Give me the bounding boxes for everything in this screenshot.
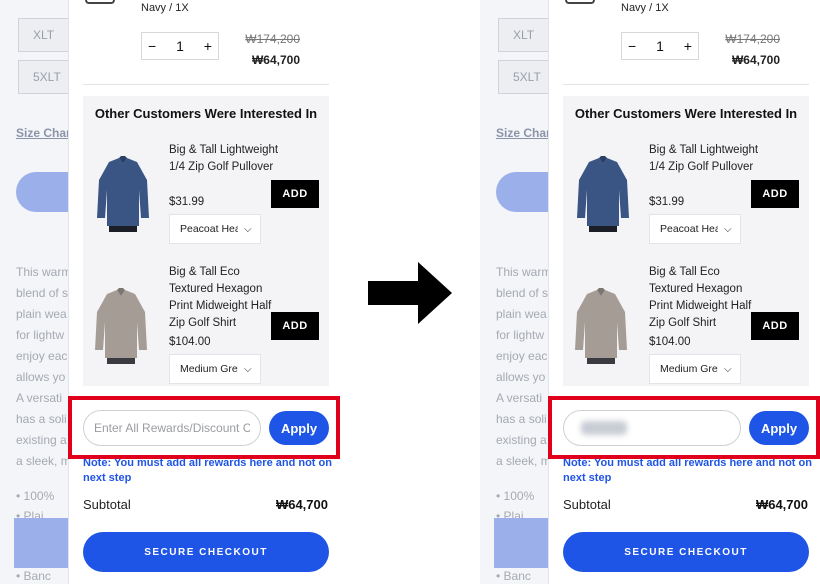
chevron-down-icon: ⌵: [724, 363, 732, 375]
after-panel: XLT 5XLT Size Chart This warm blend of s…: [480, 0, 820, 584]
chevron-down-icon: ⌵: [724, 223, 732, 235]
color-select[interactable]: Medium Grey ⌵: [169, 354, 261, 384]
subtotal-value: ₩64,700: [755, 497, 808, 512]
rec-product-name[interactable]: Big & Tall Lightweight 1/4 Zip Golf Pull…: [649, 142, 759, 176]
add-button[interactable]: ADD: [271, 180, 319, 208]
size-option-5xlt[interactable]: 5XLT: [498, 60, 554, 94]
subtotal-label: Subtotal: [563, 497, 611, 512]
decrease-quantity-button[interactable]: −: [628, 38, 636, 54]
sale-price: ₩64,700: [251, 53, 300, 67]
rec-product-name[interactable]: Big & Tall Eco Textured Hexagon Print Mi…: [169, 264, 279, 332]
size-option-5xlt[interactable]: 5XLT: [18, 60, 74, 94]
add-button[interactable]: ADD: [751, 312, 799, 340]
cart-item-variant: Navy / 1X: [621, 2, 669, 14]
quantity-stepper[interactable]: − 1 +: [141, 32, 219, 60]
size-option-xlt[interactable]: XLT: [498, 18, 554, 52]
rec-product-price: $31.99: [649, 196, 685, 208]
original-price: ₩174,200: [245, 32, 300, 46]
product-description: This warm blend of s plain wea for light…: [16, 265, 72, 468]
product-image-navy-pullover[interactable]: [95, 154, 151, 234]
product-image-navy-pullover[interactable]: [575, 154, 631, 234]
secure-checkout-button[interactable]: SECURE CHECKOUT: [563, 532, 809, 572]
secure-checkout-button[interactable]: SECURE CHECKOUT: [83, 532, 329, 572]
size-option-xlt[interactable]: XLT: [18, 18, 74, 52]
rec-product-price: $104.00: [169, 336, 211, 348]
recommendations-title: Other Customers Were Interested In: [574, 106, 798, 121]
color-select[interactable]: Peacoat Hea ⌵: [649, 214, 741, 244]
cart-drawer: Navy / 1X − 1 + ₩174,200 ₩64,700 Other C…: [548, 0, 820, 584]
rec-product-price: $104.00: [649, 336, 691, 348]
cart-item-thumbnail: [85, 0, 115, 4]
divider: [83, 84, 329, 85]
rewards-note: Note: You must add all rewards here and …: [83, 457, 332, 484]
quantity-value: 1: [656, 38, 664, 54]
rewards-note: Note: You must add all rewards here and …: [563, 457, 812, 484]
original-price: ₩174,200: [725, 32, 780, 46]
size-chart-link[interactable]: Size Chart: [496, 126, 555, 140]
increase-quantity-button[interactable]: +: [204, 38, 212, 54]
product-image-grey-shirt[interactable]: [93, 286, 149, 366]
increase-quantity-button[interactable]: +: [684, 38, 692, 54]
quantity-value: 1: [176, 38, 184, 54]
cart-drawer: Navy / 1X − 1 + ₩174,200 ₩64,700 Other C…: [68, 0, 340, 584]
chevron-down-icon: ⌵: [244, 223, 252, 235]
recommendations-section: Other Customers Were Interested In Big &…: [83, 96, 329, 386]
before-panel: XLT 5XLT Size Chart This warm blend of s…: [0, 0, 340, 584]
rec-product-name[interactable]: Big & Tall Lightweight 1/4 Zip Golf Pull…: [169, 142, 279, 176]
recommendations-section: Other Customers Were Interested In Big &…: [563, 96, 809, 386]
size-chart-link[interactable]: Size Chart: [16, 126, 75, 140]
add-button[interactable]: ADD: [751, 180, 799, 208]
divider: [563, 84, 809, 85]
faded-blue-block: [494, 518, 554, 568]
rec-product-price: $31.99: [169, 196, 205, 208]
highlight-box: [548, 396, 820, 459]
product-description: This warm blend of s plain wea for light…: [496, 265, 552, 468]
faded-blue-block: [14, 518, 74, 568]
decrease-quantity-button[interactable]: −: [148, 38, 156, 54]
product-image-grey-shirt[interactable]: [573, 286, 629, 366]
chevron-down-icon: ⌵: [244, 363, 252, 375]
color-select[interactable]: Peacoat Hea ⌵: [169, 214, 261, 244]
recommendations-title: Other Customers Were Interested In: [94, 106, 318, 121]
rec-product-name[interactable]: Big & Tall Eco Textured Hexagon Print Mi…: [649, 264, 759, 332]
color-select[interactable]: Medium Grey ⌵: [649, 354, 741, 384]
subtotal-value: ₩64,700: [275, 497, 328, 512]
sale-price: ₩64,700: [731, 53, 780, 67]
right-arrow-icon: [368, 262, 452, 324]
cart-item-thumbnail: [565, 0, 595, 4]
quantity-stepper[interactable]: − 1 +: [621, 32, 699, 60]
add-button[interactable]: ADD: [271, 312, 319, 340]
highlight-box: [68, 396, 340, 459]
subtotal-label: Subtotal: [83, 497, 131, 512]
cart-item-variant: Navy / 1X: [141, 2, 189, 14]
